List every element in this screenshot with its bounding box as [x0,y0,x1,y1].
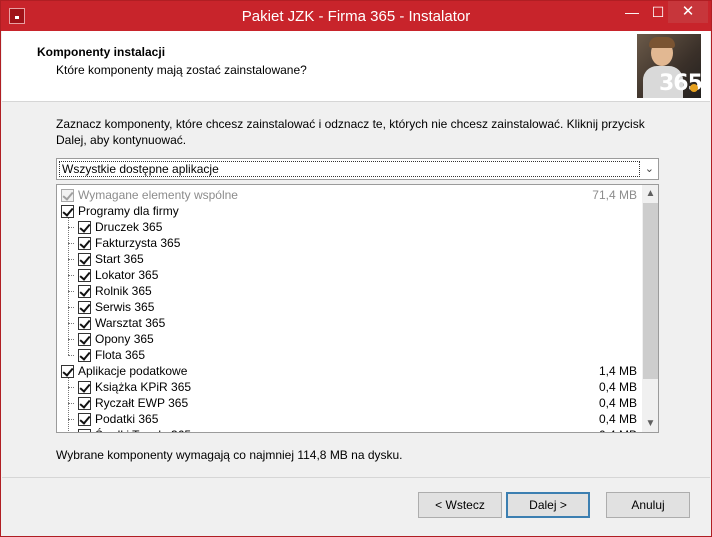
component-label: Wymagane elementy wspólne [78,188,238,202]
component-checkbox[interactable] [78,301,91,314]
disk-space-requirement: Wybrane komponenty wymagają co najmniej … [56,448,403,462]
component-row[interactable]: Rolnik 365 [57,283,641,299]
component-checkbox[interactable] [78,237,91,250]
component-size: 0,4 MB [599,428,637,432]
component-checkbox[interactable] [78,317,91,330]
component-size: 0,4 MB [598,396,637,410]
component-checkbox[interactable] [78,269,91,282]
component-label: Flota 365 [95,348,146,362]
firma-365-logo: 365 [637,34,701,98]
component-row[interactable]: Opony 365 [57,331,641,347]
component-label: Rolnik 365 [95,284,152,298]
tree-guide-line [68,378,69,432]
page-title: Komponenty instalacji [37,45,166,59]
component-size: 0,4 MB [598,412,637,426]
next-button[interactable]: Dalej > [506,492,590,518]
component-label: Druczek 365 [95,220,163,234]
component-row[interactable]: Ryczałt EWP 365 0,4 MB [57,395,641,411]
component-row[interactable]: Aplikacje podatkowe 1,4 MB [57,363,641,379]
component-checkbox[interactable] [78,253,91,266]
component-row[interactable]: Programy dla firmy [57,203,641,219]
tree-guide-line [68,355,74,356]
component-size: 1,4 MB [598,364,637,378]
component-row[interactable]: Druczek 365 [57,219,641,235]
component-label: Warsztat 365 [95,316,166,330]
logo-person-hair [649,37,675,48]
component-label: Serwis 365 [95,300,155,314]
component-checkbox[interactable] [78,397,91,410]
component-row[interactable]: Serwis 365 [57,299,641,315]
window-title: Pakiet JZK - Firma 365 - Instalator [241,8,471,25]
component-row[interactable]: Start 365 [57,251,641,267]
scroll-thumb[interactable] [643,203,658,379]
component-checkbox[interactable] [78,413,91,426]
tree-guide-line [68,218,69,355]
page-subtitle: Które komponenty mają zostać zainstalowa… [56,63,307,77]
component-row[interactable]: Flota 365 [57,347,641,363]
instructions-text: Zaznacz komponenty, które chcesz zainsta… [56,117,645,147]
component-label: Książka KPiR 365 [95,380,192,394]
components-tree[interactable]: Wymagane elementy wspólne 71,4 MB Programy… [56,184,659,433]
component-label: Środki Trwałe 365 [95,428,191,432]
component-size: 0,4 MB [598,380,637,394]
component-checkbox[interactable] [61,365,74,378]
title-bar[interactable]: Pakiet JZK - Firma 365 - Instalator — ☐ … [1,1,711,31]
component-label: Start 365 [95,252,144,266]
minimize-button[interactable]: — [619,1,645,23]
cancel-button[interactable]: Anuluj [606,492,690,518]
component-checkbox[interactable] [61,205,74,218]
chevron-down-icon[interactable]: ⌄ [645,162,654,175]
component-size: 71,4 MB [592,188,637,202]
component-row[interactable]: Książka KPiR 365 0,4 MB [57,379,641,395]
component-checkbox[interactable] [78,221,91,234]
component-row[interactable]: Środki Trwałe 365 0,4 MB [57,427,641,432]
component-checkbox [61,189,74,202]
component-label: Aplikacje podatkowe [78,364,188,378]
component-label: Programy dla firmy [78,204,179,218]
component-label: Podatki 365 [95,412,159,426]
component-row[interactable]: Warsztat 365 [57,315,641,331]
close-button[interactable]: ✕ [668,1,708,23]
scroll-up-arrow-icon[interactable]: ▲ [642,185,658,202]
logo-dot [690,84,698,92]
back-button[interactable]: < Wstecz [418,492,502,518]
component-row[interactable]: Lokator 365 [57,267,641,283]
component-label: Opony 365 [95,332,154,346]
component-row[interactable]: Wymagane elementy wspólne 71,4 MB [57,187,641,203]
footer-divider [2,477,710,478]
setup-type-value: Wszystkie dostępne aplikacje [59,161,640,177]
component-row[interactable]: Podatki 365 0,4 MB [57,411,641,427]
component-checkbox[interactable] [78,333,91,346]
component-checkbox[interactable] [78,429,91,432]
component-label: Ryczałt EWP 365 [95,396,189,410]
component-checkbox[interactable] [78,285,91,298]
setup-type-dropdown[interactable]: Wszystkie dostępne aplikacje ⌄ [56,158,659,180]
scroll-down-arrow-icon[interactable]: ▼ [642,415,658,432]
component-checkbox[interactable] [78,381,91,394]
component-label: Fakturzysta 365 [95,236,181,250]
component-label: Lokator 365 [95,268,159,282]
page-header: Komponenty instalacji Które komponenty m… [2,31,710,102]
tree-scrollbar[interactable]: ▲ ▼ [642,185,658,432]
component-row[interactable]: Fakturzysta 365 [57,235,641,251]
installer-window: Pakiet JZK - Firma 365 - Instalator — ☐ … [0,0,712,537]
component-checkbox[interactable] [78,349,91,362]
